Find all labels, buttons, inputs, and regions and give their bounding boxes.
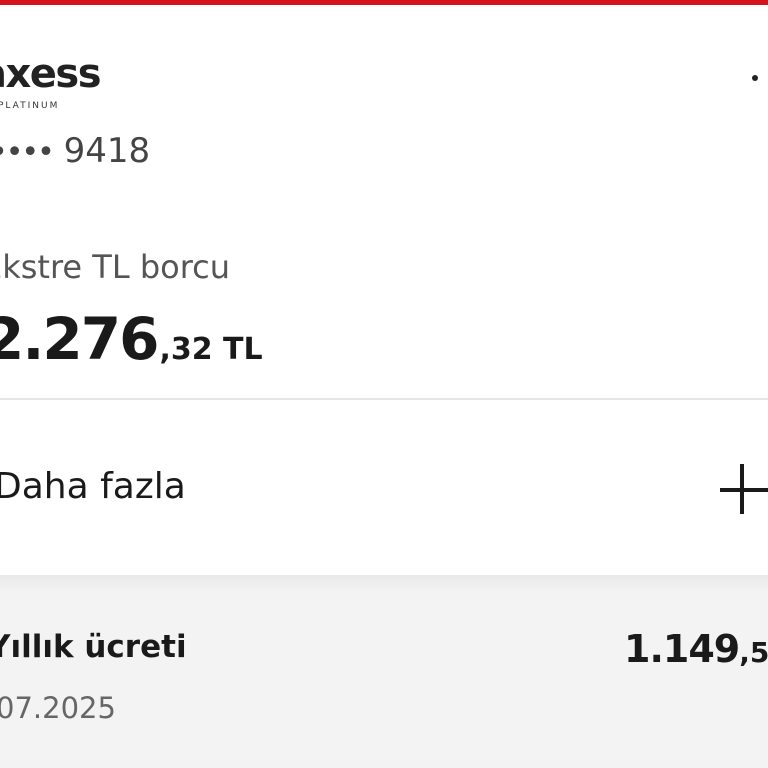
statement-debt-label: Ekstre TL borcu (0, 248, 231, 286)
transaction-title: Yıllık ücreti (0, 629, 187, 665)
statement-amount-main: 2.276 (0, 305, 159, 373)
plus-icon[interactable] (720, 464, 768, 514)
statement-debt-amount: 2.276,32 TL (0, 305, 263, 373)
card-number: •••• 9418 (0, 131, 150, 171)
more-vertical-icon[interactable] (752, 75, 758, 81)
transaction-list: Yıllık ücreti 07.2025 1.149,50 (0, 575, 768, 768)
transaction-date: 07.2025 (0, 691, 116, 725)
credit-card-summary[interactable]: axess PLATINUM •••• 9418 Ekstre TL borcu… (0, 5, 768, 400)
more-details-row[interactable]: Daha fazla (0, 400, 768, 575)
card-brand-logo: axess (0, 51, 102, 97)
transaction-amount-main: 1.149 (624, 627, 740, 671)
card-number-last4: 9418 (63, 131, 151, 171)
card-number-mask: •••• (0, 135, 55, 170)
card-tier-label: PLATINUM (0, 101, 60, 111)
more-details-label: Daha fazla (0, 466, 186, 507)
transaction-amount-decimal: ,50 (739, 636, 768, 669)
transaction-amount: 1.149,50 (624, 627, 768, 671)
statement-amount-decimal: ,32 TL (159, 332, 263, 367)
